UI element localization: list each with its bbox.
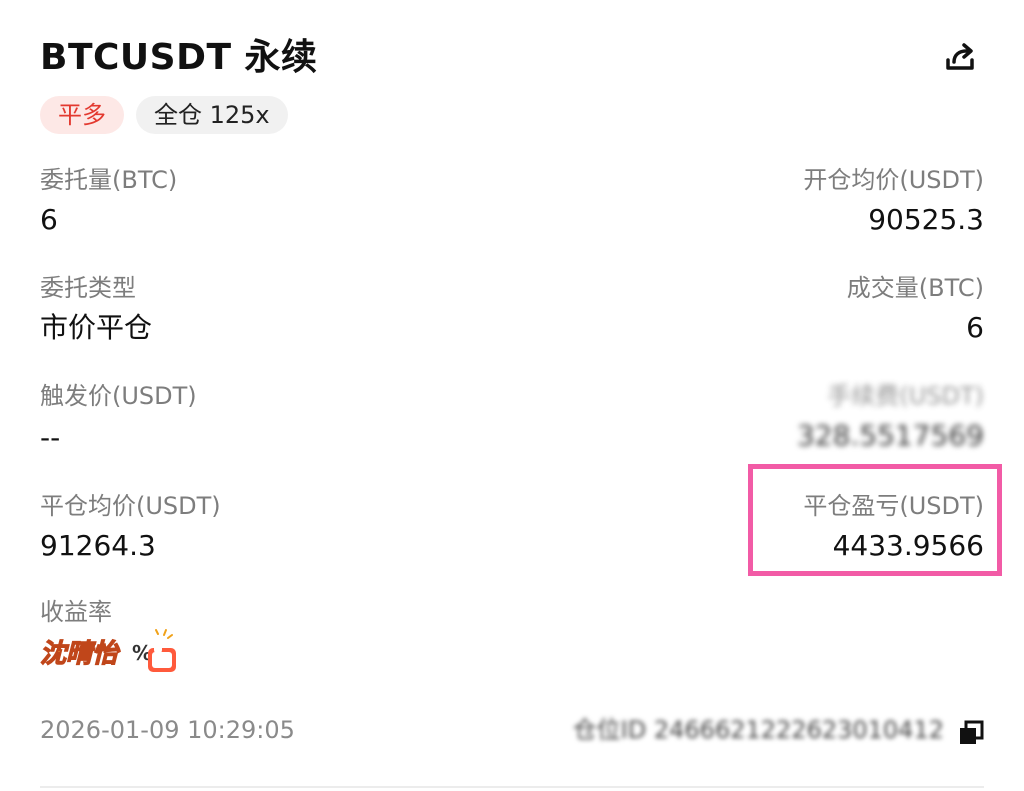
header: BTCUSDT 永续 — [40, 36, 984, 80]
order-type-label: 委托类型 — [40, 274, 136, 302]
close-avg-label: 平仓均价(USDT) — [40, 492, 221, 520]
order-qty-label: 委托量(BTC) — [40, 166, 178, 194]
pnl-highlight-box — [748, 464, 1002, 576]
position-tags: 平多 全仓 125x — [40, 96, 288, 134]
fee-label: 手续费(USDT) — [827, 382, 984, 410]
filled-qty-label: 成交量(BTC) — [846, 274, 984, 302]
margin-mode-badge: 全仓 125x — [136, 96, 288, 134]
filled-qty-value: 6 — [966, 311, 984, 344]
thumbs-up-icon — [148, 629, 176, 672]
close-avg-value: 91264.3 — [40, 529, 156, 562]
trigger-price-label: 触发价(USDT) — [40, 382, 197, 410]
open-avg-value: 90525.3 — [868, 203, 984, 236]
fee-value: 328.5517569 — [796, 419, 984, 452]
share-icon[interactable] — [942, 40, 978, 76]
order-type-value: 市价平仓 — [40, 311, 153, 344]
order-qty-value: 6 — [40, 203, 58, 236]
side-badge: 平多 — [40, 96, 124, 134]
roi-label: 收益率 — [40, 598, 112, 626]
order-id: 仓位ID 2466621222623010412 — [572, 716, 944, 744]
bottom-divider — [40, 786, 984, 788]
timestamp: 2026-01-09 10:29:05 — [40, 716, 295, 744]
sticker-text: 沈晴怡 — [40, 639, 121, 669]
name-sticker: 沈晴怡 % — [39, 629, 176, 672]
page-title: BTCUSDT 永续 — [40, 37, 318, 78]
open-avg-label: 开仓均价(USDT) — [803, 166, 984, 194]
copy-icon[interactable] — [958, 720, 984, 746]
trigger-price-value: -- — [40, 421, 61, 454]
